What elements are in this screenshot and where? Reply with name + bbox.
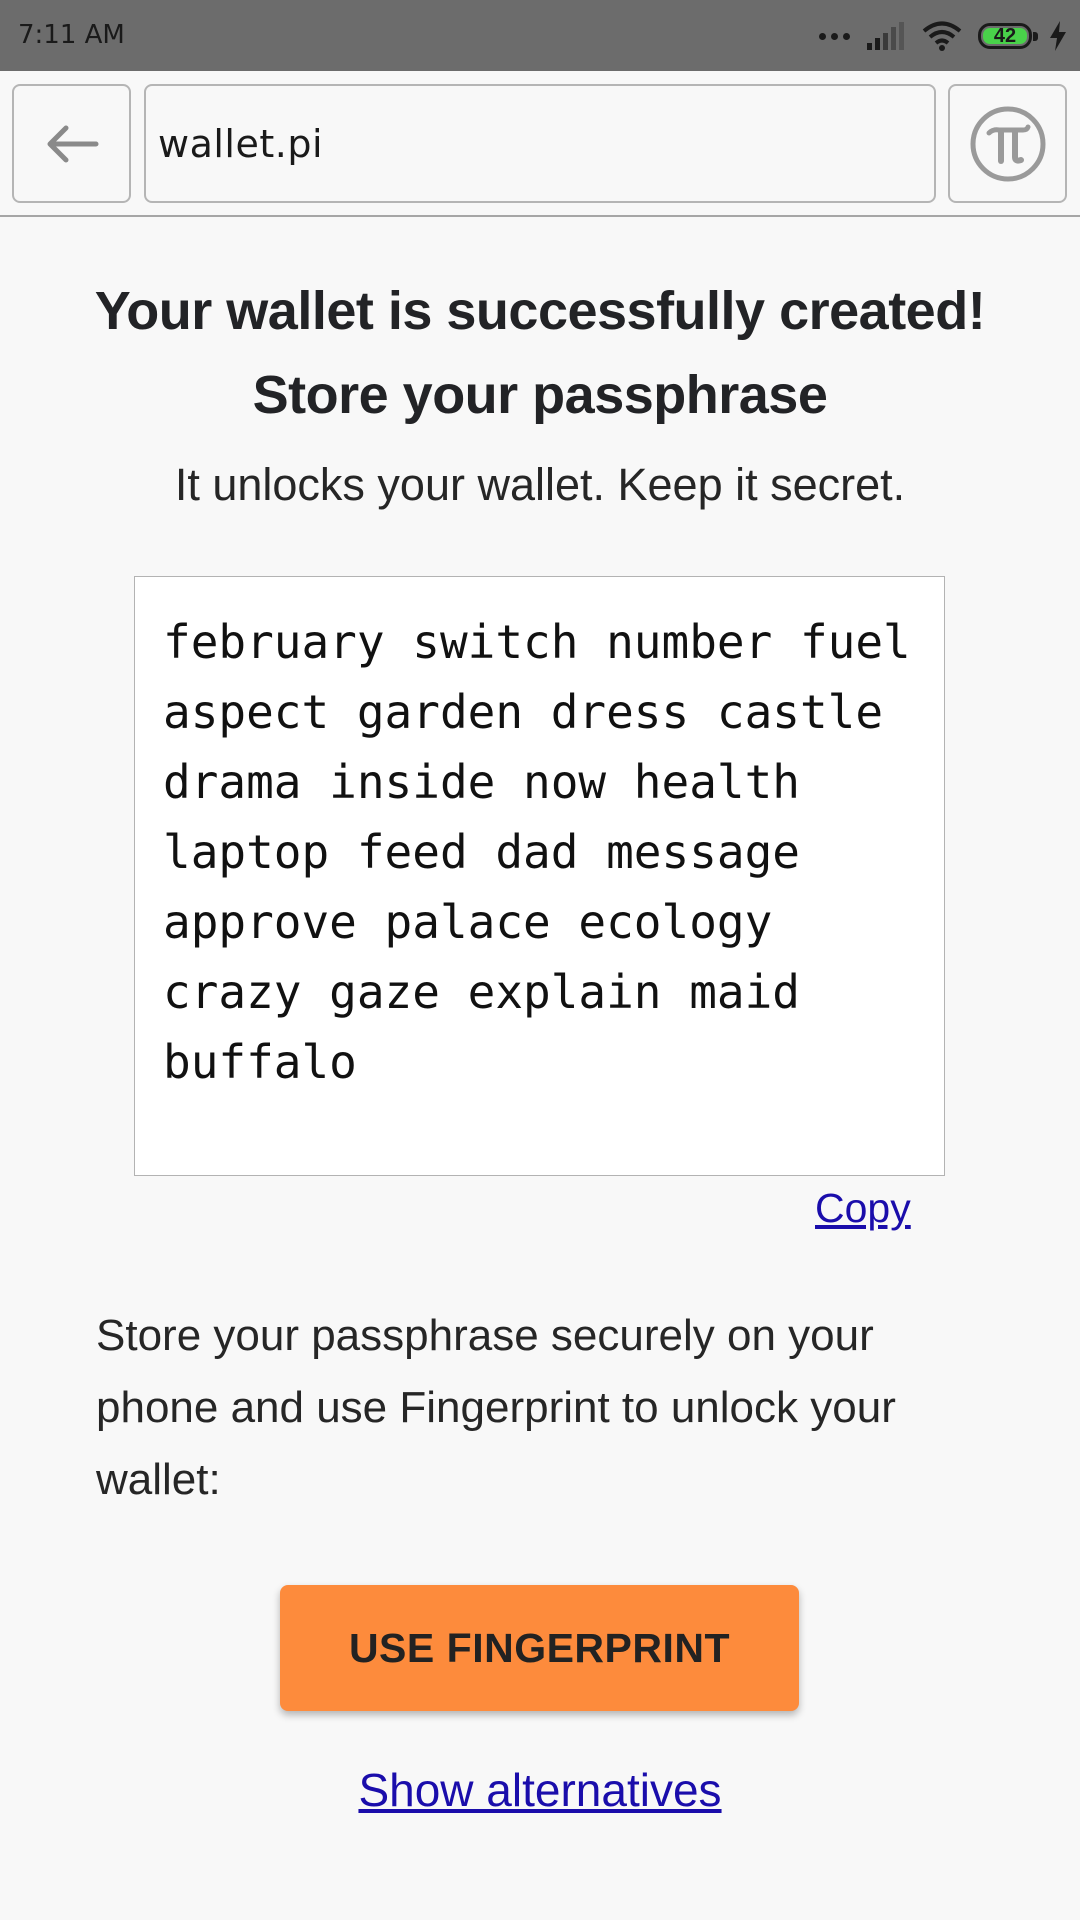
- passphrase-textarea[interactable]: february switch number fuel aspect garde…: [134, 576, 945, 1176]
- page-title: Your wallet is successfully created! Sto…: [60, 269, 1020, 437]
- arrow-left-icon: [47, 125, 98, 162]
- charging-bolt-icon: [1050, 21, 1066, 51]
- battery-level: 42: [993, 25, 1017, 47]
- more-dots-icon: [819, 32, 850, 40]
- store-instructions: Store your passphrase securely on your p…: [96, 1311, 896, 1504]
- show-alternatives-link[interactable]: Show alternatives: [0, 1763, 1080, 1817]
- title-line-1: Your wallet is successfully created!: [94, 281, 986, 341]
- url-field[interactable]: wallet.pi: [144, 84, 936, 203]
- battery-icon: 42: [978, 23, 1038, 49]
- wifi-icon: [922, 21, 962, 51]
- pi-browser-button[interactable]: [948, 84, 1067, 203]
- signal-icon: [867, 22, 904, 50]
- status-bar: 7:11 AM 42: [0, 0, 1080, 71]
- back-button[interactable]: [12, 84, 131, 203]
- subtitle: It unlocks your wallet. Keep it secret.: [174, 459, 906, 510]
- title-line-2: Store your passphrase: [252, 365, 828, 425]
- status-time: 7:11 AM: [18, 20, 125, 50]
- copy-link[interactable]: Copy: [815, 1185, 911, 1232]
- browser-nav-bar: wallet.pi: [0, 71, 1080, 217]
- status-icons: 42: [819, 16, 1068, 56]
- use-fingerprint-button[interactable]: USE FINGERPRINT: [280, 1585, 799, 1711]
- pi-logo-icon: [970, 106, 1045, 181]
